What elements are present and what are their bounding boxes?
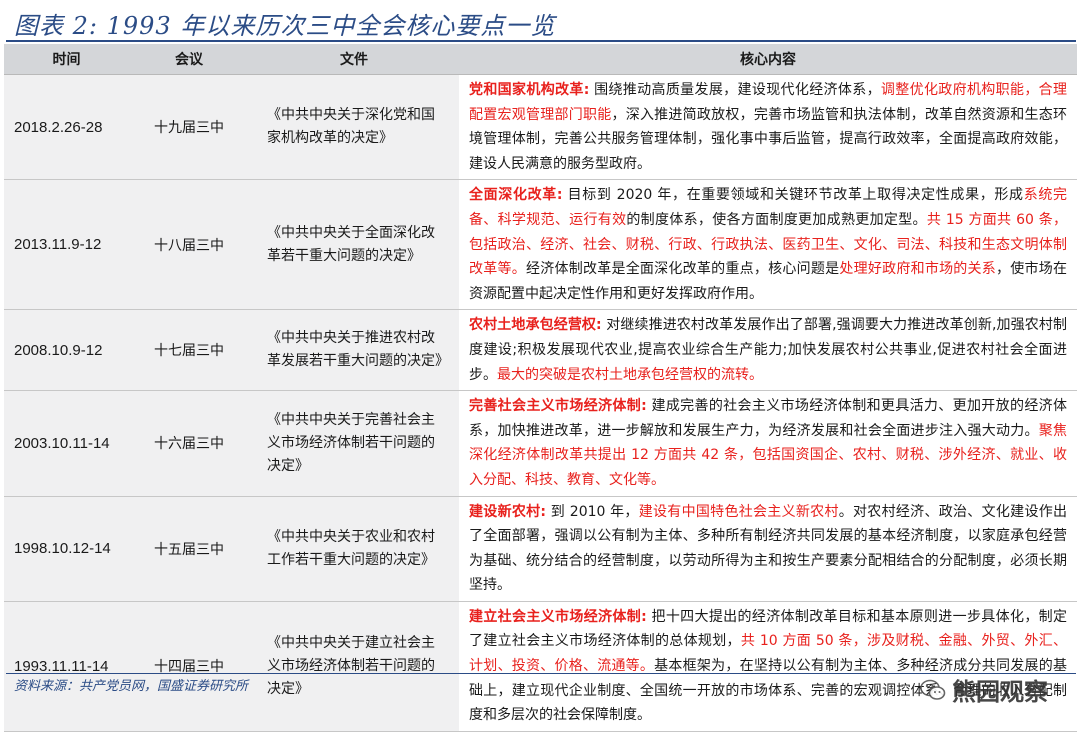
row-content: 建立社会主义市场经济体制: 把十四大提出的经济体制改革目标和基本原则进一步具体化… xyxy=(459,601,1077,732)
header-date: 时间 xyxy=(4,44,129,75)
wechat-icon xyxy=(920,679,946,700)
content-topic: 完善社会主义市场经济体制: xyxy=(469,398,647,415)
row-meeting: 十五届三中 xyxy=(129,496,249,602)
header-meeting: 会议 xyxy=(129,44,249,75)
content-topic: 建立社会主义市场经济体制: xyxy=(469,608,647,625)
row-date: 1993.11.11-14 xyxy=(4,601,129,732)
row-date: 2003.10.11-14 xyxy=(4,390,129,497)
row-content: 党和国家机构改革: 围绕推动高质量发展，建设现代化经济体系，调整优化政府机构职能… xyxy=(459,74,1077,181)
table-row: 2013.11.9-12 十八届三中 《中共中央关于全面深化改革若干重大问题的决定》… xyxy=(4,179,1077,311)
content-highlight: 处理好政府和市场的关系 xyxy=(839,261,997,278)
row-document: 《中共中央关于农业和农村工作若干重大问题的决定》 xyxy=(249,496,459,602)
header-content: 核心内容 xyxy=(459,44,1077,75)
content-topic: 建设新农村: xyxy=(469,503,547,520)
row-meeting: 十八届三中 xyxy=(129,179,249,311)
table-row: 1998.10.12-14 十五届三中 《中共中央关于农业和农村工作若干重大问题的决… xyxy=(4,496,1077,602)
row-content: 全面深化改革: 目标到 2020 年，在重要领域和关键环节改革上取得决定性成果，… xyxy=(459,179,1077,311)
row-date: 2013.11.9-12 xyxy=(4,179,129,311)
content-text: 围绕推动高质量发展，建设现代化经济体系， xyxy=(589,82,881,98)
figure-title: 图表 2: 1993 年以来历次三中全会核心要点一览 xyxy=(14,12,556,40)
content-text: 的制度体系，使各方面制度更加成熟更加定型。 xyxy=(626,211,927,228)
row-document: 《中共中央关于完善社会主义市场经济体制若干问题的决定》 xyxy=(249,390,459,497)
row-date: 2008.10.9-12 xyxy=(4,309,129,392)
content-topic: 党和国家机构改革: xyxy=(469,82,590,98)
content-text: 经济体制改革是全面深化改革的重点，核心问题是 xyxy=(525,261,840,278)
content-topic: 农村土地承包经营权: xyxy=(469,317,602,334)
watermark-text: 熊园观察 xyxy=(952,678,1048,706)
content-text: 到 2010 年， xyxy=(546,503,639,520)
table-body: 2018.2.26-28 十九届三中 《中共中央关于深化党和国家机构改革的决定》 党和… xyxy=(4,74,1077,732)
table-row: 1993.11.11-14 十四届三中 《中共中央关于建立社会主义市场经济体制若干问… xyxy=(4,601,1077,732)
row-document: 《中共中央关于深化党和国家机构改革的决定》 xyxy=(249,74,459,181)
row-content: 农村土地承包经营权: 对继续推进农村改革发展作出了部署,强调要大力推进改革创新,… xyxy=(459,309,1077,392)
row-document: 《中共中央关于建立社会主义市场经济体制若干问题的决定》 xyxy=(249,601,459,732)
table-row: 2003.10.11-14 十六届三中 《中共中央关于完善社会主义市场经济体制若干问… xyxy=(4,390,1077,497)
row-meeting: 十七届三中 xyxy=(129,309,249,392)
row-document: 《中共中央关于推进农村改革发展若干重大问题的决定》 xyxy=(249,309,459,392)
row-document: 《中共中央关于全面深化改革若干重大问题的决定》 xyxy=(249,179,459,311)
row-date: 2018.2.26-28 xyxy=(4,74,129,181)
source-divider xyxy=(6,673,1076,674)
content-highlight: 建设有中国特色社会主义新农村 xyxy=(638,503,839,520)
row-meeting: 十六届三中 xyxy=(129,390,249,497)
row-date: 1998.10.12-14 xyxy=(4,496,129,602)
row-content: 建设新农村: 到 2010 年，建设有中国特色社会主义新农村。对农村经济、政治、… xyxy=(459,496,1077,602)
table-header-row: 时间 会议 文件 核心内容 xyxy=(4,44,1077,75)
row-content: 完善社会主义市场经济体制: 建成完善的社会主义市场经济体制和更具活力、更加开放的… xyxy=(459,390,1077,497)
title-divider xyxy=(6,40,1076,42)
content-highlight: 最大的突破是农村土地承包经营权的流转。 xyxy=(497,366,763,383)
table-row: 2018.2.26-28 十九届三中 《中共中央关于深化党和国家机构改革的决定》 党和… xyxy=(4,74,1077,181)
header-document: 文件 xyxy=(249,44,459,75)
row-meeting: 十四届三中 xyxy=(129,601,249,732)
content-text: 目标到 2020 年，在重要领域和关键环节改革上取得决定性成果，形成 xyxy=(562,187,1024,204)
source-note: 资料来源：共产党员网，国盛证券研究所 xyxy=(14,679,249,694)
table-row: 2008.10.9-12 十七届三中 《中共中央关于推进农村改革发展若干重大问题的决… xyxy=(4,309,1077,392)
row-meeting: 十九届三中 xyxy=(129,74,249,181)
watermark: 熊园观察 xyxy=(920,672,1048,707)
content-topic: 全面深化改革: xyxy=(469,187,563,204)
summary-table: 时间 会议 文件 核心内容 2018.2.26-28 十九届三中 《中共中央关于深化… xyxy=(4,44,1077,732)
